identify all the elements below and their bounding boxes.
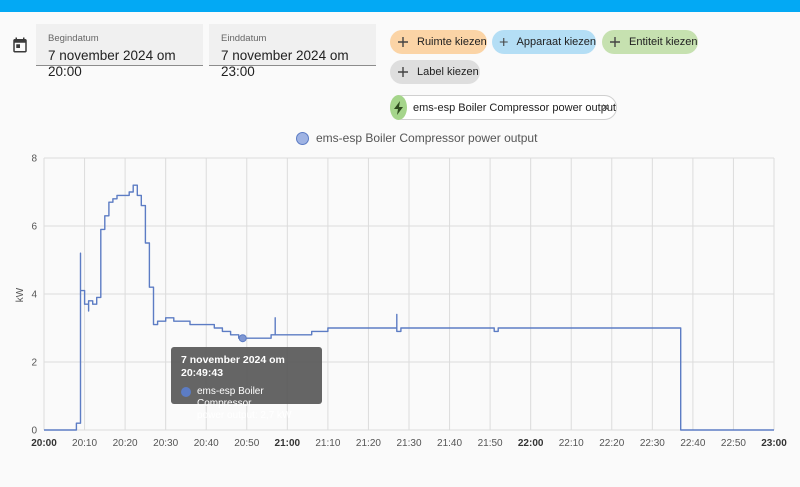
start-date-value: 7 november 2024 om 20:00: [48, 48, 176, 79]
plus-icon: [398, 67, 408, 77]
x-tick-label: 22:50: [721, 438, 746, 449]
selected-entity-name: ems-esp Boiler Compressor power output: [413, 101, 616, 114]
power-chart[interactable]: 0 2 4 6 8 20:00 20:10 20:20 20:30 20:40 20:50 21:00…: [0, 145, 800, 455]
x-tick-label: 21:50: [478, 438, 503, 449]
end-date-field[interactable]: Einddatum 7 november 2024 om 23:00: [209, 24, 376, 79]
chart-legend[interactable]: ems-esp Boiler Compressor power output: [296, 131, 537, 145]
add-label-label: Label kiezen: [417, 66, 479, 78]
top-app-bar: [0, 0, 800, 12]
x-tick-label: 20:50: [234, 438, 259, 449]
add-label-button[interactable]: Label kiezen: [390, 60, 480, 84]
tooltip-line-1: ems-esp Boiler Compressor: [197, 386, 264, 409]
lightning-bolt-icon: [390, 95, 408, 120]
plus-icon: [398, 37, 408, 47]
chart-tooltip: 7 november 2024 om 20:49:43 ems-esp Boil…: [171, 347, 322, 421]
y-tick-label: 2: [31, 358, 37, 369]
tooltip-marker: [181, 387, 191, 397]
y-tick-label: 6: [31, 222, 37, 233]
x-tick-label: 20:00: [31, 438, 57, 449]
x-tick-label: 21:40: [437, 438, 462, 449]
x-tick-label: 20:20: [113, 438, 138, 449]
add-entity-label: Entiteit kiezen: [629, 36, 698, 48]
calendar-icon[interactable]: [11, 36, 29, 54]
x-tick-label: 22:00: [518, 438, 544, 449]
add-device-button[interactable]: Apparaat kiezen: [492, 30, 596, 54]
add-entity-button[interactable]: Entiteit kiezen: [602, 30, 698, 54]
legend-marker: [296, 131, 309, 145]
x-tick-label: 22:20: [599, 438, 624, 449]
plus-icon: [499, 38, 508, 46]
x-tick-label: 21:00: [275, 438, 301, 449]
plus-icon: [610, 37, 620, 47]
y-tick-label: 0: [31, 426, 37, 437]
x-tick-label: 22:40: [680, 438, 705, 449]
x-tick-label: 20:30: [153, 438, 178, 449]
x-tick-label: 21:10: [315, 438, 340, 449]
add-area-label: Ruimte kiezen: [417, 36, 487, 48]
end-date-value: 7 november 2024 om 23:00: [221, 48, 349, 79]
start-date-field[interactable]: Begindatum 7 november 2024 om 20:00: [36, 24, 203, 79]
x-tick-label: 21:20: [356, 438, 381, 449]
legend-label: ems-esp Boiler Compressor power output: [316, 131, 538, 145]
tooltip-line-2: power output: 2,7 kW: [197, 410, 292, 421]
add-device-label: Apparaat kiezen: [516, 36, 597, 48]
tooltip-title: 7 november 2024 om 20:49:43: [181, 354, 285, 379]
hover-point[interactable]: [238, 334, 247, 343]
x-tick-label: 22:10: [559, 438, 584, 449]
start-date-label: Begindatum: [48, 33, 99, 44]
x-tick-label: 23:00: [761, 438, 787, 449]
x-tick-label: 20:40: [194, 438, 219, 449]
end-date-label: Einddatum: [221, 33, 267, 44]
add-area-button[interactable]: Ruimte kiezen: [390, 30, 487, 54]
y-tick-label: 8: [31, 154, 37, 165]
remove-entity-button[interactable]: ×: [602, 100, 609, 114]
x-tick-label: 22:30: [640, 438, 665, 449]
y-tick-label: 4: [31, 290, 37, 301]
x-tick-label: 20:10: [72, 438, 97, 449]
selected-entity-chip[interactable]: ems-esp Boiler Compressor power output ×: [390, 95, 617, 120]
x-tick-label: 21:30: [396, 438, 421, 449]
y-axis-label: kW: [15, 287, 26, 302]
